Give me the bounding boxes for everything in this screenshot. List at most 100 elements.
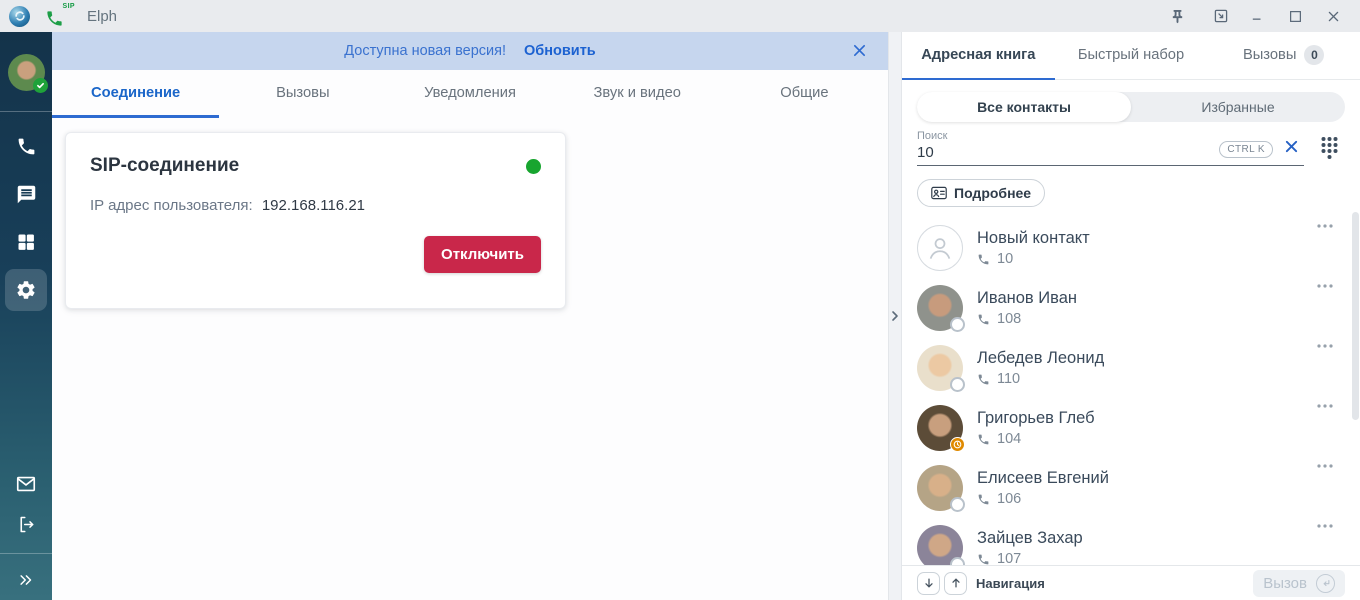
sip-badge-label: SIP [63, 3, 75, 10]
update-banner: Доступна новая версия! Обновить [52, 32, 888, 70]
sidebar-item-phone[interactable] [5, 122, 47, 170]
contact-menu-icon[interactable] [1317, 338, 1333, 384]
contact-menu-icon[interactable] [1317, 458, 1333, 504]
minimize-icon[interactable] [1242, 4, 1272, 28]
ip-label: IP адрес пользователя: [90, 197, 253, 214]
search-value[interactable]: 10 [917, 144, 1219, 161]
ip-value: 192.168.116.21 [262, 197, 365, 214]
sidebar-item-logout[interactable] [5, 504, 47, 545]
contact-name: Иванов Иван [977, 289, 1317, 308]
sidebar-item-apps[interactable] [5, 218, 47, 266]
contact-avatar [917, 225, 963, 271]
tab-speed-dial[interactable]: Быстрый набор [1055, 32, 1208, 80]
presence-badge [950, 377, 965, 392]
tab-sound-video[interactable]: Звук и видео [554, 70, 721, 118]
sidebar-item-settings[interactable] [5, 269, 47, 311]
sidebar-expand-button[interactable] [5, 562, 47, 598]
navigate-up-button[interactable] [944, 572, 967, 595]
contact-menu-icon[interactable] [1317, 518, 1333, 564]
contact-row[interactable]: Елисеев Евгений 106 [917, 458, 1345, 518]
apps-grid-icon [16, 232, 36, 252]
contact-menu-icon[interactable] [1317, 398, 1333, 444]
user-avatar[interactable] [8, 54, 45, 91]
contact-number: 104 [997, 431, 1021, 447]
contact-number: 110 [997, 371, 1020, 387]
panel-collapse-handle[interactable] [888, 32, 902, 600]
contact-menu-icon[interactable] [1317, 218, 1333, 264]
clear-search-icon[interactable] [1283, 138, 1300, 160]
call-button[interactable]: Вызов [1253, 570, 1345, 597]
navigate-down-button[interactable] [917, 572, 940, 595]
card-title: SIP-соединение [90, 155, 526, 177]
gear-icon [15, 279, 37, 301]
enter-key-icon [1316, 574, 1335, 593]
contact-menu-icon[interactable] [1317, 278, 1333, 324]
settings-tab-bar: Соединение Вызовы Уведомления Звук и вид… [52, 70, 888, 118]
titlebar: SIP Elph [0, 0, 1360, 32]
online-status-icon [33, 78, 48, 93]
segment-all-contacts[interactable]: Все контакты [917, 92, 1131, 122]
panel-footer: Навигация Вызов [902, 565, 1360, 600]
settings-main: Доступна новая версия! Обновить Соединен… [52, 32, 888, 600]
double-chevron-right-icon [17, 571, 35, 589]
details-button[interactable]: Подробнее [917, 179, 1045, 207]
contact-avatar [917, 345, 963, 391]
sip-phone-icon: SIP [45, 4, 71, 28]
tab-general[interactable]: Общие [721, 70, 888, 118]
dialpad-icon[interactable] [1320, 136, 1339, 164]
contact-name: Григорьев Глеб [977, 409, 1317, 428]
chat-icon [16, 184, 37, 205]
sidebar-item-chat[interactable] [5, 170, 47, 218]
presence-badge [950, 317, 965, 332]
contact-card-icon [931, 186, 947, 200]
contact-row[interactable]: Григорьев Глеб 104 [917, 398, 1345, 458]
contacts-filter-segmented: Все контакты Избранные [917, 92, 1345, 122]
update-button[interactable]: Обновить [524, 43, 596, 59]
search-row: Поиск 10 CTRL K [902, 122, 1360, 166]
search-input[interactable]: Поиск 10 CTRL K [917, 130, 1304, 166]
tab-address-book[interactable]: Адресная книга [902, 32, 1055, 80]
tab-label: Адресная книга [921, 47, 1035, 63]
contact-name: Лебедев Леонид [977, 349, 1317, 368]
contact-name: Зайцев Захар [977, 529, 1317, 548]
mail-icon [15, 473, 37, 495]
banner-close-icon[interactable] [851, 42, 868, 63]
contact-number: 107 [997, 551, 1021, 565]
phone-icon [977, 313, 990, 326]
phone-icon [977, 253, 990, 266]
contact-avatar [917, 285, 963, 331]
scrollbar-thumb[interactable] [1352, 212, 1359, 420]
tab-connection[interactable]: Соединение [52, 70, 219, 118]
sip-connection-card: SIP-соединение IP адрес пользователя: 19… [65, 132, 566, 309]
tab-calls-list[interactable]: Вызовы 0 [1207, 32, 1360, 80]
maximize-icon[interactable] [1280, 4, 1310, 28]
close-icon[interactable] [1318, 4, 1348, 28]
contact-number: 108 [997, 311, 1021, 327]
contact-row[interactable]: Лебедев Леонид 110 [917, 338, 1345, 398]
tab-calls[interactable]: Вызовы [219, 70, 386, 118]
window-title: Elph [87, 8, 117, 25]
sidebar-divider [0, 553, 52, 554]
panel-tab-bar: Адресная книга Быстрый набор Вызовы 0 [902, 32, 1360, 80]
tab-label: Быстрый набор [1078, 47, 1184, 63]
phone-icon [977, 493, 990, 506]
pin-icon[interactable] [1162, 4, 1192, 28]
away-clock-icon [953, 440, 962, 449]
contact-number: 106 [997, 491, 1021, 507]
sidebar [0, 32, 52, 600]
contact-row[interactable]: Зайцев Захар 107 [917, 518, 1345, 565]
update-banner-message: Доступна новая версия! [344, 43, 506, 59]
person-placeholder-icon [925, 233, 955, 263]
phone-icon [16, 136, 37, 157]
contact-row[interactable]: Иванов Иван 108 [917, 278, 1345, 338]
segment-favorites[interactable]: Избранные [1131, 92, 1345, 122]
app-logo-icon [9, 6, 30, 27]
contact-avatar [917, 405, 963, 451]
presence-badge [950, 557, 965, 565]
tab-notifications[interactable]: Уведомления [386, 70, 553, 118]
tab-label: Вызовы [1243, 47, 1296, 63]
disconnect-button[interactable]: Отключить [424, 236, 541, 273]
sidebar-item-mail[interactable] [5, 463, 47, 504]
compact-view-icon[interactable] [1206, 4, 1236, 28]
contact-row[interactable]: Новый контакт 10 [917, 218, 1345, 278]
